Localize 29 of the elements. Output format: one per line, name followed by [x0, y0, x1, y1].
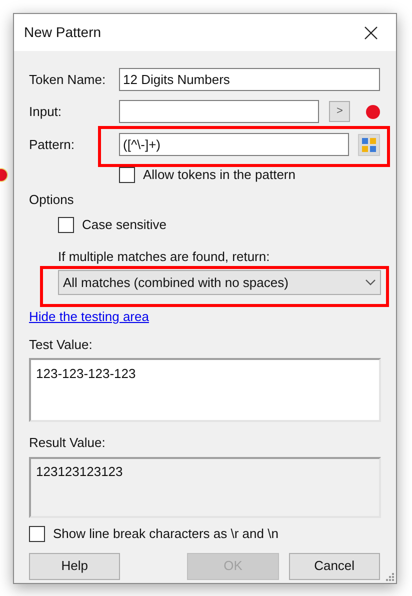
close-icon — [364, 26, 378, 40]
field-label: Input: — [29, 102, 63, 121]
dialog-button[interactable]: Cancel — [288, 552, 380, 580]
grid-button[interactable] — [358, 134, 380, 156]
field-label: Pattern: — [29, 136, 76, 154]
dropdown[interactable]: All matches (combined with no spaces) — [58, 270, 381, 295]
resize-grip-icon[interactable] — [384, 571, 394, 581]
link[interactable]: Hide the testing area — [29, 307, 149, 326]
caret-icon — [365, 279, 376, 286]
dialog-button[interactable]: Help — [29, 552, 120, 580]
grid-icon — [362, 138, 376, 152]
text-field[interactable] — [119, 100, 320, 123]
checkbox[interactable] — [58, 216, 74, 232]
field-label: Token Name: — [29, 70, 107, 89]
checkbox-label: Show line break characters as \r and \n — [53, 524, 278, 543]
option-label: If multiple matches are found, return: — [58, 248, 271, 266]
field-label: Result Value: — [29, 434, 106, 452]
text-field[interactable]: 12 Digits Numbers — [119, 68, 380, 91]
text-area[interactable]: 123-123-123-123 — [29, 358, 381, 422]
result-area: 123123123123 — [29, 456, 381, 518]
section-title: Options — [29, 191, 75, 209]
checkbox[interactable] — [119, 167, 135, 183]
arrow-button[interactable]: > — [329, 101, 350, 122]
field-label: Test Value: — [29, 336, 94, 354]
checkbox-label: Case sensitive — [82, 216, 167, 234]
window-title: New Pattern — [24, 23, 102, 42]
text-field[interactable]: ([^\-]+) — [119, 133, 349, 156]
checkbox-label: Allow tokens in the pattern — [143, 166, 296, 184]
checkbox[interactable] — [29, 526, 45, 542]
